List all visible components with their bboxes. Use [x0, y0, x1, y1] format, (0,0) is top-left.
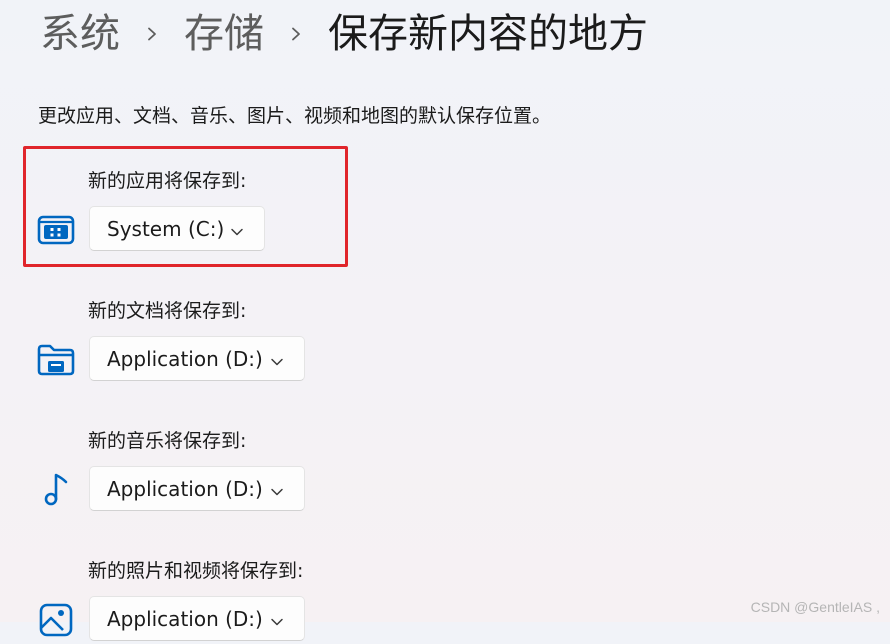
breadcrumb: 系统 存储 保存新内容的地方 [40, 6, 648, 62]
chevron-right-icon [120, 6, 184, 62]
breadcrumb-item-storage[interactable]: 存储 [184, 6, 264, 62]
setting-label-apps: 新的应用将保存到: [88, 170, 247, 192]
dropdown-value: Application (D:) [107, 346, 263, 371]
documents-location-dropdown[interactable]: Application (D:) [89, 336, 305, 381]
page-description: 更改应用、文档、音乐、图片、视频和地图的默认保存位置。 [38, 105, 552, 127]
dropdown-value: System (C:) [107, 216, 225, 241]
music-location-dropdown[interactable]: Application (D:) [89, 466, 305, 511]
watermark-text: CSDN @GentleIAS , [750, 599, 880, 615]
dropdown-value: Application (D:) [107, 476, 263, 501]
chevron-down-icon [229, 221, 245, 237]
apps-location-dropdown[interactable]: System (C:) [89, 206, 265, 251]
page-title: 保存新内容的地方 [328, 11, 648, 57]
chevron-down-icon [269, 481, 285, 497]
photo-icon [36, 600, 76, 640]
photos-videos-location-dropdown[interactable]: Application (D:) [89, 596, 305, 641]
dropdown-value: Application (D:) [107, 606, 263, 631]
breadcrumb-item-system[interactable]: 系统 [40, 6, 120, 62]
folder-icon [36, 340, 76, 380]
chevron-right-icon [264, 6, 328, 62]
setting-label-documents: 新的文档将保存到: [88, 300, 247, 322]
chevron-down-icon [269, 351, 285, 367]
apps-icon [36, 210, 76, 250]
setting-label-music: 新的音乐将保存到: [88, 430, 247, 452]
music-note-icon [36, 470, 76, 510]
setting-label-photos-videos: 新的照片和视频将保存到: [88, 560, 304, 582]
chevron-down-icon [269, 611, 285, 627]
